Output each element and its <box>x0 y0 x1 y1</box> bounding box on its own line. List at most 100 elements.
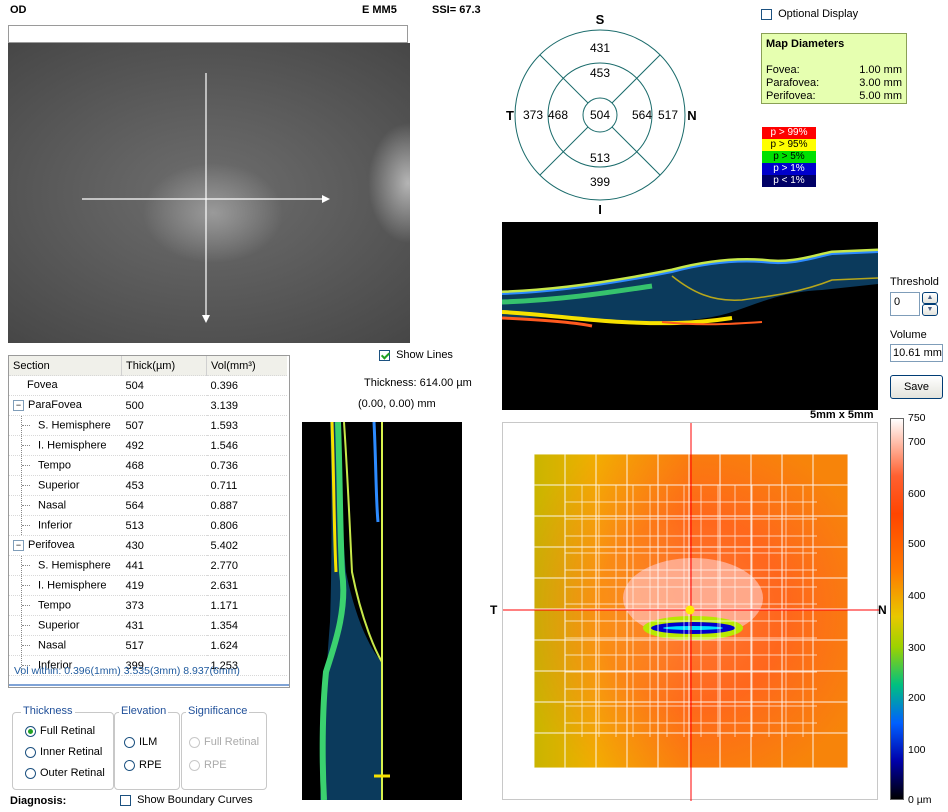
ilm-option[interactable]: ILM <box>124 736 157 748</box>
table-row[interactable]: Nasal 564 0.887 <box>9 495 287 516</box>
legend-p1: p > 1% <box>762 163 816 175</box>
spinner-down-icon[interactable]: ▼ <box>922 304 938 316</box>
sector-outer-superior: 431 <box>590 41 610 55</box>
show-lines-checkbox[interactable] <box>379 349 390 361</box>
optional-display-checkbox[interactable] <box>761 8 772 20</box>
section-name: Fovea <box>27 379 58 392</box>
volume-label: Volume <box>890 329 927 341</box>
tree-branch-icon <box>21 416 32 435</box>
save-button[interactable]: Save <box>890 375 943 399</box>
parafovea-diameter-value: 3.00 mm <box>859 77 902 89</box>
outer-retinal-radio[interactable] <box>25 767 36 779</box>
section-cell: Inferior <box>9 515 122 536</box>
sector-map[interactable]: S I T N 431 453 504 513 399 373 468 564 … <box>502 10 702 216</box>
table-row[interactable]: Nasal 517 1.624 <box>9 635 287 656</box>
show-boundary-label: Show Boundary Curves <box>137 794 253 807</box>
fundus-image[interactable] <box>8 43 410 343</box>
sector-inner-inferior: 513 <box>590 151 610 165</box>
significance-rpe-radio <box>189 759 200 771</box>
table-row[interactable]: I. Hemisphere 492 1.546 <box>9 435 287 456</box>
table-row[interactable]: Superior 453 0.711 <box>9 475 287 496</box>
thickness-map[interactable] <box>502 422 879 801</box>
section-cell: Superior <box>9 475 122 496</box>
table-row[interactable]: Tempo 373 1.171 <box>9 595 287 616</box>
volume-field[interactable]: 10.61 mm³ <box>890 344 943 362</box>
table-row[interactable]: Superior 431 1.354 <box>9 615 287 636</box>
section-table: Section Thick(µm) Vol(mm³) Fovea 504 0.396… <box>9 356 287 676</box>
table-row[interactable]: S. Hemisphere 507 1.593 <box>9 415 287 436</box>
colorbar-tick-label: 100 <box>908 744 926 756</box>
show-boundary-toggle[interactable]: Show Boundary Curves <box>120 794 253 806</box>
collapse-icon[interactable]: − <box>13 540 24 552</box>
sector-inner-superior: 453 <box>590 66 610 80</box>
table-row[interactable]: S. Hemisphere 441 2.770 <box>9 555 287 576</box>
section-name: Tempo <box>38 599 72 612</box>
thick-cell: 431 <box>121 615 207 636</box>
tree-branch-icon <box>21 476 32 495</box>
threshold-spinner[interactable]: ▲ ▼ <box>922 292 938 316</box>
tree-branch-icon <box>21 496 32 515</box>
legend-p95: p > 95% <box>762 139 816 151</box>
vol-cell: 0.736 <box>206 455 287 476</box>
threshold-input[interactable]: 0 <box>890 292 920 316</box>
spinner-up-icon[interactable]: ▲ <box>922 292 938 304</box>
tree-branch-icon <box>21 576 32 595</box>
rpe-radio[interactable] <box>124 759 135 771</box>
outer-retinal-option[interactable]: Outer Retinal <box>25 767 105 779</box>
vol-cell: 1.171 <box>206 595 287 616</box>
table-row[interactable]: Fovea 504 0.396 <box>9 375 287 396</box>
tree-branch-icon <box>21 516 32 535</box>
elevation-group-title: Elevation <box>119 705 169 717</box>
optional-display-toggle[interactable]: Optional Display <box>761 8 858 20</box>
optional-display-label: Optional Display <box>778 8 859 21</box>
tree-branch-icon <box>21 556 32 575</box>
thick-cell: 507 <box>121 415 207 436</box>
show-boundary-checkbox[interactable] <box>120 794 131 806</box>
table-row[interactable]: − Perifovea 430 5.402 <box>9 535 287 556</box>
section-cell: − Perifovea <box>9 535 122 556</box>
inner-retinal-option[interactable]: Inner Retinal <box>25 746 102 758</box>
colorbar-tick-label: 200 <box>908 692 926 704</box>
table-row[interactable]: − ParaFovea 500 3.139 <box>9 395 287 416</box>
colorbar-tick-label: 0 µm <box>908 794 932 806</box>
ilm-radio[interactable] <box>124 736 135 748</box>
vol-cell: 1.624 <box>206 635 287 656</box>
fovea-marker[interactable] <box>685 605 695 615</box>
thick-cell: 419 <box>121 575 207 596</box>
tree-branch-icon <box>21 436 32 455</box>
rpe-option[interactable]: RPE <box>124 759 162 771</box>
full-retinal-radio[interactable] <box>25 725 36 737</box>
colorbar-tick-label: 300 <box>908 642 926 654</box>
header-vol: Vol(mm³) <box>206 356 287 376</box>
vol-cell: 2.631 <box>206 575 287 596</box>
sector-label-s: S <box>596 12 605 27</box>
show-lines-toggle[interactable]: Show Lines <box>379 349 453 361</box>
thick-cell: 453 <box>121 475 207 496</box>
section-cell: S. Hemisphere <box>9 415 122 436</box>
header-thick: Thick(µm) <box>121 356 207 376</box>
full-retinal-option[interactable]: Full Retinal <box>25 725 95 737</box>
scan-crosshair[interactable] <box>8 43 410 343</box>
tree-branch-icon <box>21 636 32 655</box>
horizontal-bscan[interactable] <box>501 222 879 410</box>
ssi-label: SSI= 67.3 <box>432 4 481 16</box>
vol-cell: 0.887 <box>206 495 287 516</box>
table-row[interactable]: Tempo 468 0.736 <box>9 455 287 476</box>
thickness-group-title: Thickness <box>21 705 75 717</box>
section-cell: I. Hemisphere <box>9 435 122 456</box>
table-row[interactable]: Inferior 513 0.806 <box>9 515 287 536</box>
inner-retinal-radio[interactable] <box>25 746 36 758</box>
coordinate-readout: (0.00, 0.00) mm <box>358 398 436 410</box>
sector-inner-nasal: 564 <box>632 108 652 122</box>
section-table-panel: Section Thick(µm) Vol(mm³) Fovea 504 0.396… <box>8 355 290 688</box>
section-cell: Tempo <box>9 455 122 476</box>
thick-cell: 441 <box>121 555 207 576</box>
section-name: Nasal <box>38 639 67 652</box>
thick-cell: 564 <box>121 495 207 516</box>
fovea-diameter-value: 1.00 mm <box>859 64 902 76</box>
vol-cell: 0.711 <box>206 475 287 496</box>
collapse-icon[interactable]: − <box>13 400 24 412</box>
thick-cell: 468 <box>121 455 207 476</box>
vertical-bscan[interactable] <box>302 421 462 801</box>
table-row[interactable]: I. Hemisphere 419 2.631 <box>9 575 287 596</box>
